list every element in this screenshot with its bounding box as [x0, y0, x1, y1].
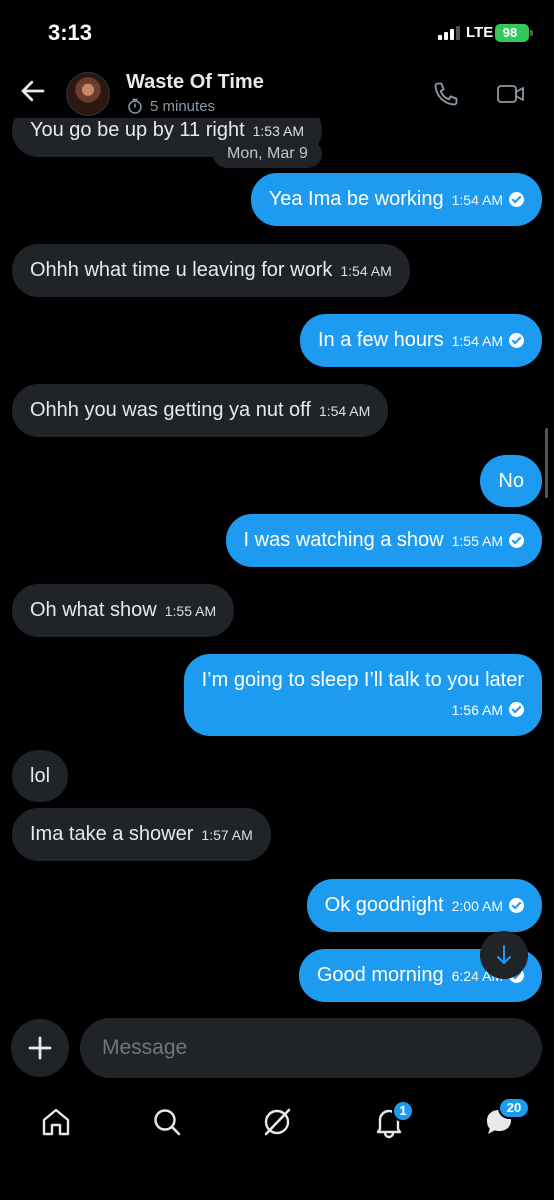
- arrow-down-icon: [497, 945, 511, 964]
- message-time: 1:54 AM: [451, 333, 503, 349]
- message-incoming[interactable]: Ohhh you was getting ya nut off 1:54 AM: [12, 384, 389, 437]
- phone-icon[interactable]: [432, 80, 460, 108]
- search-icon[interactable]: [150, 1105, 184, 1139]
- notifications-badge: 1: [392, 1100, 414, 1122]
- message-text: I was watching a show: [243, 529, 444, 551]
- message-text: In a few hours: [318, 329, 444, 351]
- message-time: 2:00 AM: [451, 898, 503, 914]
- message-incoming[interactable]: Ohhh what time u leaving for work 1:54 AM: [12, 244, 410, 297]
- message-time: 1:54 AM: [318, 403, 371, 419]
- message-time: 1:57 AM: [201, 827, 253, 843]
- message-input[interactable]: [80, 1018, 542, 1078]
- message-text: Ima take a shower: [30, 823, 194, 845]
- messages-badge: 20: [498, 1097, 530, 1119]
- message-outgoing[interactable]: I’m going to sleep I’ll talk to you late…: [183, 654, 542, 736]
- battery-icon: 98: [495, 24, 533, 42]
- status-bar: 3:13 LTE 98: [0, 0, 554, 62]
- message-text: Ohhh what time u leaving for work: [30, 259, 333, 281]
- home-icon[interactable]: [39, 1105, 73, 1139]
- bottom-nav: 1 20: [0, 1095, 554, 1155]
- message-time: 1:53 AM: [252, 123, 304, 139]
- status-time: 3:13: [48, 20, 93, 45]
- message-time: 1:55 AM: [451, 533, 503, 549]
- notifications-tab[interactable]: 1: [372, 1100, 414, 1139]
- message-incoming[interactable]: Oh what show 1:55 AM: [12, 584, 235, 637]
- scrollbar[interactable]: [545, 428, 548, 498]
- message-time: 1:54 AM: [340, 263, 392, 279]
- message-outgoing[interactable]: Yea Ima be working 1:54 AM: [250, 173, 542, 226]
- message-outgoing[interactable]: I was watching a show 1:55 AM: [225, 514, 542, 567]
- messages-tab[interactable]: 20: [482, 1097, 530, 1139]
- message-text: Ohhh you was getting ya nut off: [30, 399, 311, 421]
- grok-icon[interactable]: [260, 1105, 294, 1139]
- add-attachment-button[interactable]: [11, 1019, 69, 1077]
- disappearing-timer: 5 minutes: [150, 98, 216, 115]
- read-check-icon: [509, 702, 524, 717]
- message-time: 1:55 AM: [164, 603, 217, 619]
- video-call-icon[interactable]: [496, 82, 526, 106]
- message-outgoing[interactable]: In a few hours 1:54 AM: [300, 314, 542, 367]
- message-text: Oh what show: [30, 599, 157, 621]
- message-time: 1:54 AM: [451, 192, 503, 208]
- battery-level: 98: [502, 25, 518, 40]
- signal-icon: [438, 26, 460, 40]
- message-text: Yea Ima be working: [268, 188, 444, 210]
- back-arrow-icon[interactable]: [18, 76, 48, 106]
- scroll-to-bottom-button[interactable]: [480, 931, 528, 979]
- date-separator: Mon, Mar 9: [213, 140, 322, 168]
- message-list[interactable]: You go be up by 11 right 1:53 AM Mon, Mar…: [0, 118, 554, 1013]
- message-time: 1:56 AM: [451, 702, 503, 718]
- read-check-icon: [509, 898, 524, 913]
- message-incoming[interactable]: Ima take a shower 1:57 AM: [12, 808, 271, 861]
- message-outgoing[interactable]: No: [480, 455, 542, 507]
- message-outgoing[interactable]: Ok goodnight 2:00 AM: [306, 879, 542, 932]
- timer-icon: [128, 98, 142, 114]
- message-text: Ok goodnight: [324, 894, 444, 916]
- message-text: lol: [30, 765, 51, 787]
- read-check-icon: [509, 192, 524, 207]
- message-text: Good morning: [316, 964, 444, 986]
- conversation-header: Waste Of Time 5 minutes: [0, 62, 554, 122]
- read-check-icon: [509, 333, 524, 348]
- read-check-icon: [509, 533, 524, 548]
- plus-icon: [28, 1036, 52, 1060]
- message-text: You go be up by 11 right: [30, 119, 245, 141]
- message-text: I’m going to sleep I’ll talk to you late…: [201, 669, 524, 691]
- contact-name[interactable]: Waste Of Time: [126, 71, 264, 94]
- avatar[interactable]: [66, 72, 110, 116]
- network-label: LTE: [466, 24, 494, 41]
- message-text: No: [498, 470, 524, 492]
- message-incoming[interactable]: lol: [12, 750, 69, 802]
